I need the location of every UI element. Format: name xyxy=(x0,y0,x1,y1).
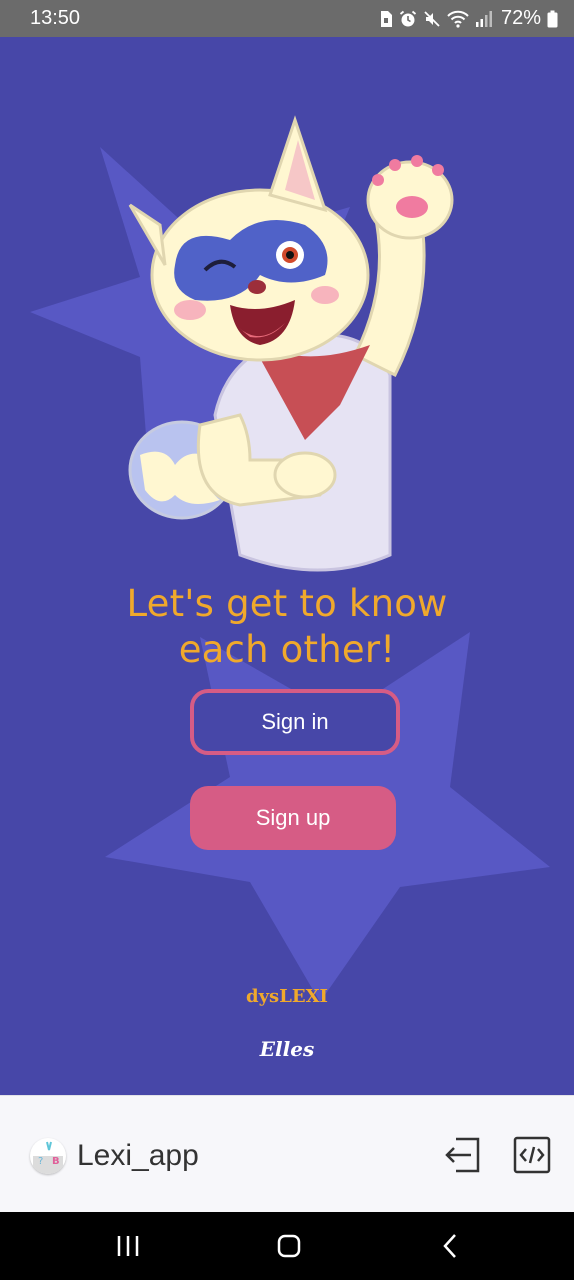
app-name: Lexi_app xyxy=(77,1139,199,1172)
sign-in-button[interactable]: Sign in xyxy=(190,689,400,755)
brand-logo-text: dysLEXI xyxy=(246,986,328,1007)
raccoon-mascot-illustration xyxy=(128,115,454,572)
signature-text: Elles xyxy=(259,1037,315,1061)
lexi-app-logo-icon: ? B xyxy=(30,1138,66,1174)
welcome-headline-line2: each other! xyxy=(178,628,396,671)
welcome-screen: Let's get to know each other! Sign in Si… xyxy=(0,37,574,1095)
welcome-headline-line1: Let's get to know xyxy=(126,582,448,625)
wifi-icon xyxy=(447,10,469,28)
home-icon[interactable] xyxy=(259,1226,319,1266)
alarm-icon xyxy=(399,10,417,26)
recent-apps-icon[interactable] xyxy=(98,1226,158,1266)
signal-icon xyxy=(475,10,492,27)
svg-text:?: ? xyxy=(38,1156,43,1167)
welcome-headline: Let's get to know each other! xyxy=(0,581,574,673)
system-navigation-bar xyxy=(0,1212,574,1280)
status-bar: 13:50 72% xyxy=(0,0,574,37)
sim-icon xyxy=(380,10,392,27)
app-bottom-bar: ? B Lexi_app xyxy=(0,1095,574,1213)
exit-icon[interactable] xyxy=(443,1136,481,1174)
back-icon[interactable] xyxy=(420,1226,480,1266)
status-icons: 72% xyxy=(379,7,558,30)
sign-up-button[interactable]: Sign up xyxy=(190,786,396,850)
code-icon[interactable] xyxy=(513,1136,551,1174)
svg-text:B: B xyxy=(52,1156,60,1167)
battery-icon xyxy=(547,10,558,27)
mute-icon xyxy=(424,10,440,27)
battery-percentage: 72% xyxy=(500,7,541,29)
status-time: 13:50 xyxy=(30,7,81,29)
